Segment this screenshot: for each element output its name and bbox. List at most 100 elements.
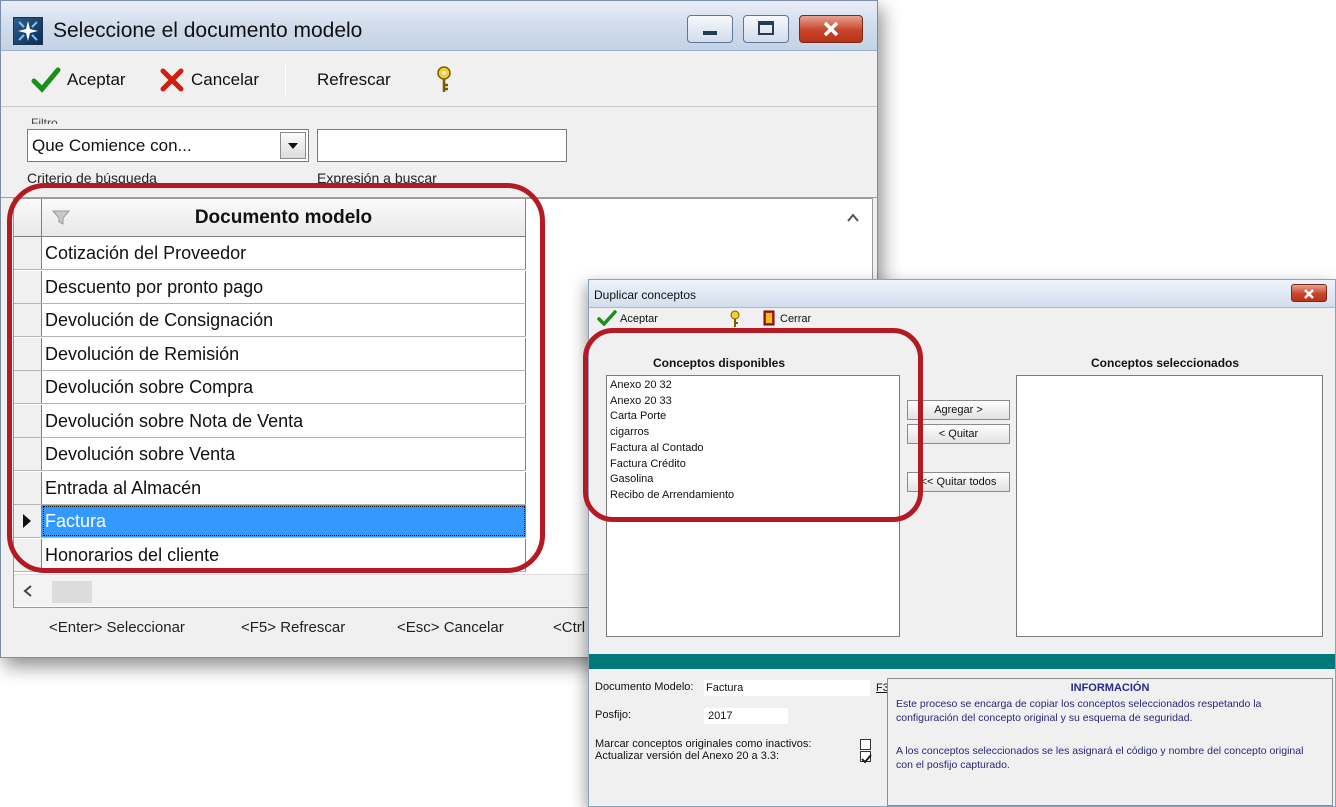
row-selector[interactable] (14, 505, 42, 537)
search-criterion-label: Criterio de búsqueda (27, 170, 157, 185)
accept-button[interactable]: Aceptar (597, 310, 658, 326)
refresh-button[interactable]: Refrescar (317, 65, 391, 95)
row-selector[interactable] (14, 404, 42, 437)
information-panel: INFORMACIÓN Este proceso se encarga de c… (887, 678, 1333, 806)
minimize-button[interactable] (687, 15, 733, 43)
row-selector[interactable] (14, 538, 42, 571)
close-button[interactable] (799, 15, 863, 43)
row-selector[interactable] (14, 471, 42, 504)
window-title: Duplicar conceptos (594, 288, 697, 302)
available-concepts-list[interactable]: Anexo 20 32 Anexo 20 33 Carta Porte cigarro… (606, 375, 900, 637)
information-paragraph-1: Este proceso se encarga de copiar los co… (896, 698, 1262, 724)
search-expression-input[interactable] (317, 129, 567, 162)
accept-label: Aceptar (620, 312, 658, 324)
minimize-icon (703, 31, 717, 35)
toolbar: Aceptar Cancelar Refrescar (1, 51, 877, 107)
maximize-button[interactable] (743, 15, 789, 43)
document-model-cell[interactable]: Entrada al Almacén (42, 471, 526, 504)
dropdown-button[interactable] (280, 132, 306, 159)
checkmark-icon (861, 754, 872, 764)
list-item[interactable]: Recibo de Arrendamiento (610, 488, 734, 502)
selected-concepts-list[interactable] (1016, 375, 1323, 637)
scroll-up-icon[interactable] (844, 209, 862, 227)
row-selector[interactable] (14, 270, 42, 303)
mark-inactive-checkbox[interactable] (860, 739, 871, 750)
status-enter-hint: <Enter> Seleccionar (49, 619, 185, 636)
current-row-indicator-icon (23, 514, 31, 528)
document-model-cell[interactable]: Devolución de Consignación (42, 304, 526, 336)
accept-label: Aceptar (67, 70, 126, 89)
options-panel: Documento Modelo: Factura F3 Posfijo: 20… (589, 669, 1335, 806)
list-item[interactable]: cigarros (610, 425, 649, 439)
filter-panel: Filtro Que Comience con... Criterio de b… (1, 108, 877, 198)
grid-header: Documento modelo (14, 199, 526, 237)
help-button[interactable] (433, 65, 455, 95)
row-selector[interactable] (14, 237, 42, 269)
update-annex-label: Actualizar versión del Anexo 20 a 3.3: (595, 750, 780, 762)
toolbar: Aceptar Cerrar (589, 308, 1335, 330)
row-selector[interactable] (14, 304, 42, 336)
update-annex-checkbox[interactable] (860, 751, 872, 764)
list-item[interactable]: Factura Crédito (610, 457, 686, 471)
cancel-button[interactable]: Cancelar (159, 65, 259, 95)
table-row[interactable]: Honorarios del cliente (14, 538, 526, 572)
duplicate-concepts-window: Duplicar conceptos Aceptar Cerrar Concep… (588, 279, 1336, 807)
add-button[interactable]: Agregar > (907, 400, 1010, 420)
list-item[interactable]: Factura al Contado (610, 441, 704, 455)
close-button[interactable] (1291, 284, 1327, 302)
document-model-cell[interactable]: Devolución sobre Venta (42, 438, 526, 470)
table-row[interactable]: Descuento por pronto pago (14, 270, 526, 304)
scroll-left-icon[interactable] (22, 584, 34, 598)
document-model-cell[interactable]: Honorarios del cliente (42, 538, 526, 571)
column-header-document-model[interactable]: Documento modelo (42, 199, 526, 237)
close-toolbar-button[interactable]: Cerrar (763, 310, 811, 326)
toolbar-separator (285, 63, 286, 97)
help-key-icon (730, 310, 740, 327)
row-selector[interactable] (14, 438, 42, 470)
close-icon (1304, 289, 1314, 299)
table-row[interactable]: Factura (14, 505, 526, 538)
row-selector-header (14, 199, 42, 237)
model-document-label: Documento Modelo: (595, 681, 694, 693)
row-selector[interactable] (14, 337, 42, 370)
document-model-cell[interactable]: Devolución sobre Compra (42, 371, 526, 403)
accept-button[interactable]: Aceptar (31, 65, 126, 95)
remove-all-button[interactable]: << Quitar todos (907, 472, 1010, 492)
document-model-cell[interactable]: Devolución sobre Nota de Venta (42, 404, 526, 437)
table-row[interactable]: Entrada al Almacén (14, 471, 526, 505)
table-row[interactable]: Devolución sobre Compra (14, 371, 526, 404)
search-criterion-value: Que Comience con... (32, 136, 192, 155)
cancel-label: Cancelar (191, 70, 260, 89)
list-item[interactable]: Anexo 20 33 (610, 394, 672, 408)
table-row[interactable]: Devolución sobre Venta (14, 438, 526, 471)
table-row[interactable]: Cotización del Proveedor (14, 237, 526, 270)
table-row[interactable]: Devolución sobre Nota de Venta (14, 404, 526, 438)
list-item[interactable]: Gasolina (610, 472, 653, 486)
document-model-cell[interactable]: Devolución de Remisión (42, 337, 526, 370)
list-item[interactable]: Anexo 20 32 (610, 378, 672, 392)
document-model-cell[interactable]: Cotización del Proveedor (42, 237, 526, 269)
remove-button[interactable]: < Quitar (907, 424, 1010, 444)
title-bar: Seleccione el documento modelo (1, 1, 877, 51)
row-selector[interactable] (14, 371, 42, 403)
table-row[interactable]: Devolución de Consignación (14, 304, 526, 337)
maximize-icon (758, 21, 774, 35)
mark-inactive-label: Marcar conceptos originales como inactiv… (595, 738, 812, 750)
table-row[interactable]: Devolución de Remisión (14, 337, 526, 371)
document-model-cell[interactable]: Factura (42, 505, 526, 537)
checkmark-icon (597, 310, 617, 326)
search-criterion-select[interactable]: Que Comience con... (27, 129, 309, 162)
help-button[interactable] (729, 310, 741, 328)
document-model-cell[interactable]: Descuento por pronto pago (42, 270, 526, 303)
window-title: Seleccione el documento modelo (53, 19, 363, 42)
list-item[interactable]: Carta Porte (610, 409, 666, 423)
scrollbar-thumb[interactable] (52, 581, 92, 603)
selected-concepts-header: Conceptos seleccionados (1091, 356, 1240, 370)
filter-legend: Filtro (31, 116, 58, 124)
suffix-input[interactable]: 2017 (703, 707, 789, 725)
model-document-field[interactable]: Factura (703, 679, 871, 697)
exit-door-icon (763, 310, 775, 326)
help-key-icon (437, 66, 451, 92)
app-icon (13, 17, 43, 45)
close-icon (823, 21, 839, 37)
